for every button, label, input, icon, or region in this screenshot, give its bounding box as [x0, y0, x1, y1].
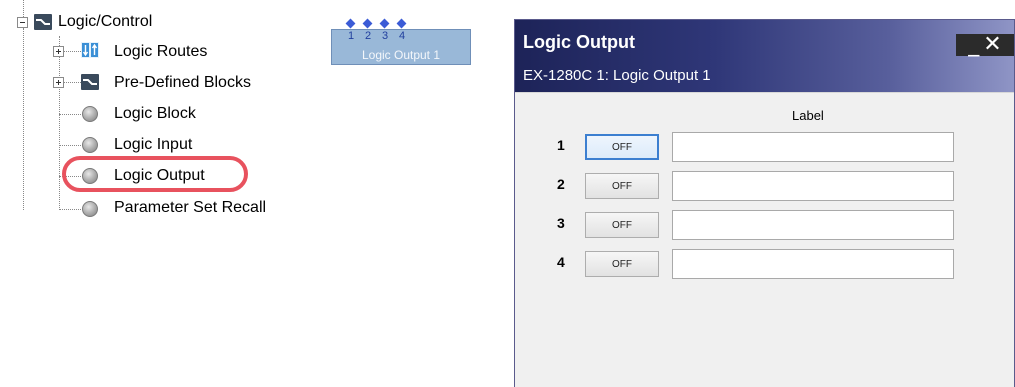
pin-number: 2 [365, 30, 372, 42]
output-1-label-field[interactable] [672, 132, 954, 162]
pin-number: 1 [348, 30, 355, 42]
input-pin-4[interactable] [396, 18, 407, 29]
tree-connector [59, 36, 60, 210]
row-number: 2 [557, 176, 565, 192]
collapse-toggle[interactable] [17, 17, 28, 28]
dialog-subtitle: EX-1280C 1: Logic Output 1 [523, 67, 711, 84]
output-2-toggle-button[interactable]: OFF [585, 173, 659, 199]
logic-control-icon [34, 14, 52, 30]
tree-item-parameter-set-recall[interactable]: Parameter Set Recall [114, 199, 266, 217]
output-1-toggle-button[interactable]: OFF [585, 134, 659, 160]
logic-output-block[interactable]: 1 2 3 4 Logic Output 1 [331, 18, 471, 65]
dialog-body: Label 1 OFF 2 OFF 3 OFF 4 OFF [515, 92, 1014, 387]
gray-ball-icon [82, 137, 98, 153]
minimize-button[interactable]: _ [968, 34, 979, 56]
row-number: 1 [557, 137, 565, 153]
tree-item-logic-routes[interactable]: Logic Routes [114, 43, 207, 61]
gray-ball-icon [82, 106, 98, 122]
output-4-label-field[interactable] [672, 249, 954, 279]
output-3-label-field[interactable] [672, 210, 954, 240]
tree-connector [59, 114, 81, 115]
logic-routes-icon [81, 42, 99, 58]
gray-ball-icon [82, 201, 98, 217]
input-pin-1[interactable] [345, 18, 356, 29]
row-number: 4 [557, 254, 565, 270]
tree-connector [23, 0, 24, 17]
highlight-circle [62, 156, 248, 192]
input-pin-3[interactable] [379, 18, 390, 29]
block-label: Logic Output 1 [361, 48, 441, 62]
logic-control-icon [81, 74, 99, 90]
expand-toggle[interactable] [53, 46, 64, 57]
tree-connector [59, 145, 81, 146]
pin-number: 4 [399, 30, 406, 42]
dialog-title: Logic Output [523, 32, 635, 52]
pin-number: 3 [382, 30, 389, 42]
label-column-header: Label [792, 108, 824, 123]
window-controls: _ ✕ [956, 34, 1014, 56]
logic-output-dialog: Logic Output EX-1280C 1: Logic Output 1 … [514, 19, 1015, 387]
tree-item-pre-defined-blocks[interactable]: Pre-Defined Blocks [114, 74, 251, 92]
tree-item-logic-input[interactable]: Logic Input [114, 136, 192, 154]
input-pin-2[interactable] [362, 18, 373, 29]
output-3-toggle-button[interactable]: OFF [585, 212, 659, 238]
logic-tree: Logic/Control Logic Routes Pre-Defined B… [0, 0, 320, 387]
close-button[interactable]: ✕ [983, 34, 1001, 56]
tree-connector [59, 209, 81, 210]
row-number: 3 [557, 215, 565, 231]
tree-item-logic-block[interactable]: Logic Block [114, 105, 196, 123]
output-4-toggle-button[interactable]: OFF [585, 251, 659, 277]
expand-toggle[interactable] [53, 77, 64, 88]
output-2-label-field[interactable] [672, 171, 954, 201]
tree-connector [23, 28, 24, 210]
dialog-titlebar[interactable]: Logic Output EX-1280C 1: Logic Output 1 … [515, 20, 1014, 92]
tree-root-label[interactable]: Logic/Control [58, 13, 152, 31]
